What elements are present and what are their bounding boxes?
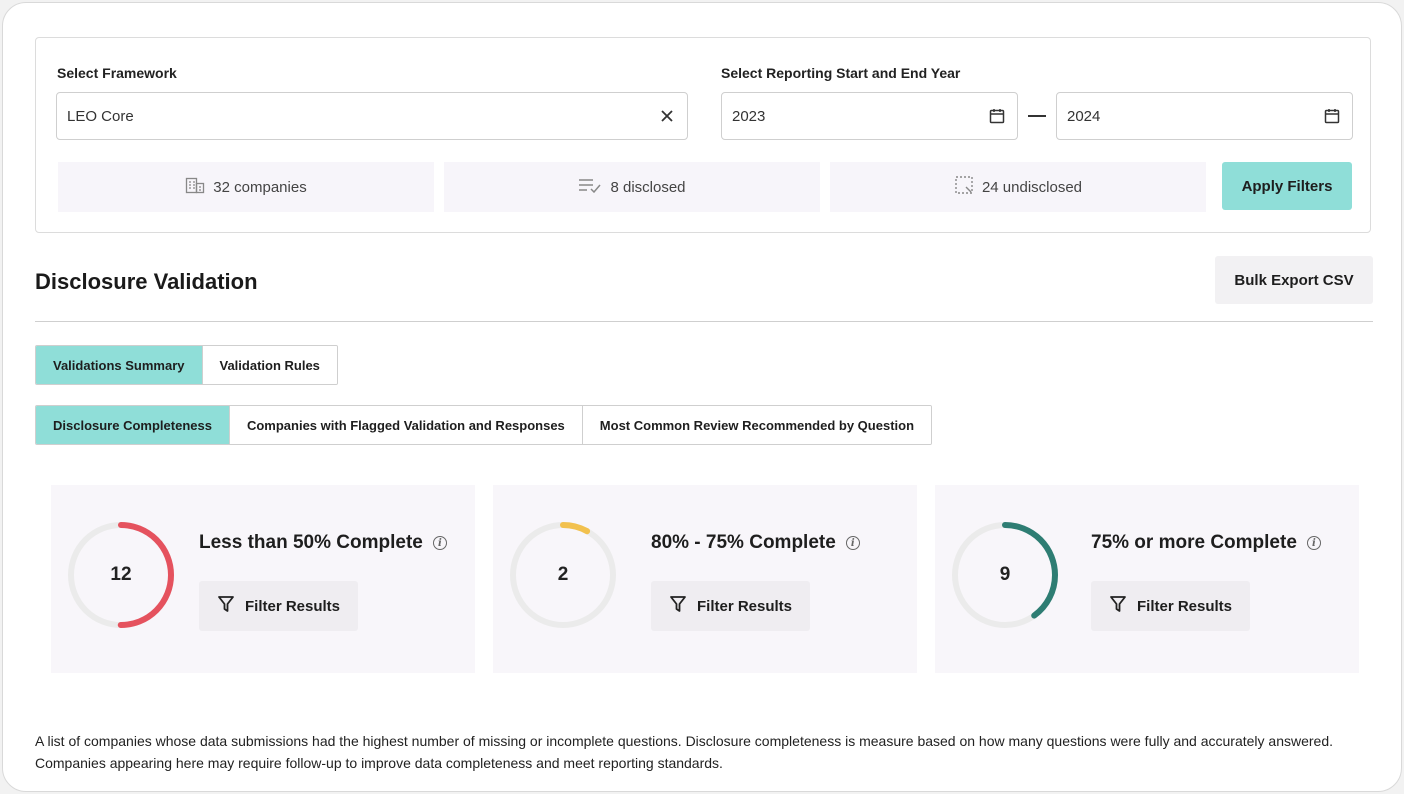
range-dash (1028, 115, 1046, 117)
end-year-field[interactable]: 2024 (1056, 92, 1353, 140)
card-title-text: Less than 50% Complete (199, 532, 423, 553)
apply-filters-button[interactable]: Apply Filters (1222, 162, 1352, 210)
dashed-box-icon (954, 175, 974, 199)
undisclosed-count: 24 undisclosed (981, 178, 1083, 196)
info-icon[interactable]: i (1306, 536, 1321, 550)
card-title-text: 80% - 75% Complete (651, 532, 836, 553)
card-title-text: 75% or more Complete (1091, 532, 1297, 553)
secondary-tabs: Disclosure Completeness Companies with F… (35, 405, 933, 445)
description-text: A list of companies whose data submissio… (35, 733, 1334, 771)
completeness-card-mid: 2 80% - 75% Complete i Filter Results (493, 485, 917, 673)
close-icon[interactable] (657, 106, 677, 126)
framework-label: Select Framework (57, 65, 177, 81)
card-title: 75% or more Complete i (1091, 532, 1321, 554)
funnel-icon (217, 595, 235, 617)
start-year-field[interactable]: 2023 (721, 92, 1018, 140)
filter-results-button[interactable]: Filter Results (199, 581, 359, 631)
filter-results-button[interactable]: Filter Results (651, 581, 811, 631)
donut-count: 12 (110, 564, 132, 585)
calendar-icon[interactable] (1322, 106, 1342, 126)
card-title: Less than 50% Complete i (199, 532, 447, 554)
card-title: 80% - 75% Complete i (651, 532, 860, 554)
filter-results-label: Filter Results (245, 597, 341, 615)
companies-count: 32 companies (213, 178, 307, 196)
framework-select[interactable]: LEO Core (56, 92, 688, 140)
funnel-icon (669, 595, 687, 617)
donut-count: 2 (557, 564, 569, 585)
app-window: Select Framework LEO Core Select Reporti… (2, 2, 1402, 792)
info-icon[interactable]: i (432, 536, 447, 550)
filter-panel: Select Framework LEO Core Select Reporti… (35, 37, 1371, 233)
stat-disclosed: 8 disclosed (444, 162, 820, 212)
start-year-value: 2023 (732, 107, 766, 125)
stat-undisclosed: 24 undisclosed (830, 162, 1206, 212)
building-icon (185, 176, 205, 198)
bulk-export-csv-button[interactable]: Bulk Export CSV (1215, 256, 1373, 304)
calendar-icon[interactable] (987, 106, 1007, 126)
tab-disclosure-completeness[interactable]: Disclosure Completeness (36, 406, 230, 444)
tab-flagged-validation[interactable]: Companies with Flagged Validation and Re… (229, 406, 583, 444)
filter-results-button[interactable]: Filter Results (1091, 581, 1251, 631)
donut-count: 9 (999, 564, 1011, 585)
funnel-icon (1109, 595, 1127, 617)
primary-tabs: Validations Summary Validation Rules (35, 345, 338, 385)
tab-validation-rules[interactable]: Validation Rules (202, 346, 337, 384)
framework-value: LEO Core (67, 107, 134, 125)
info-icon[interactable]: i (845, 536, 860, 550)
completeness-card-low: 12 Less than 50% Complete i Filter Resul… (51, 485, 475, 673)
filter-results-label: Filter Results (1137, 597, 1233, 615)
end-year-value: 2024 (1067, 107, 1101, 125)
stat-companies: 32 companies (58, 162, 434, 212)
filter-results-label: Filter Results (697, 597, 793, 615)
completeness-card-high: 9 75% or more Complete i Filter Results (935, 485, 1359, 673)
year-label: Select Reporting Start and End Year (721, 65, 961, 81)
section-divider (35, 321, 1373, 322)
checklist-icon (578, 177, 602, 197)
section-title: Disclosure Validation (35, 269, 258, 294)
tab-most-common-review[interactable]: Most Common Review Recommended by Questi… (582, 406, 932, 444)
disclosed-count: 8 disclosed (610, 178, 686, 196)
tab-validations-summary[interactable]: Validations Summary (36, 346, 203, 384)
